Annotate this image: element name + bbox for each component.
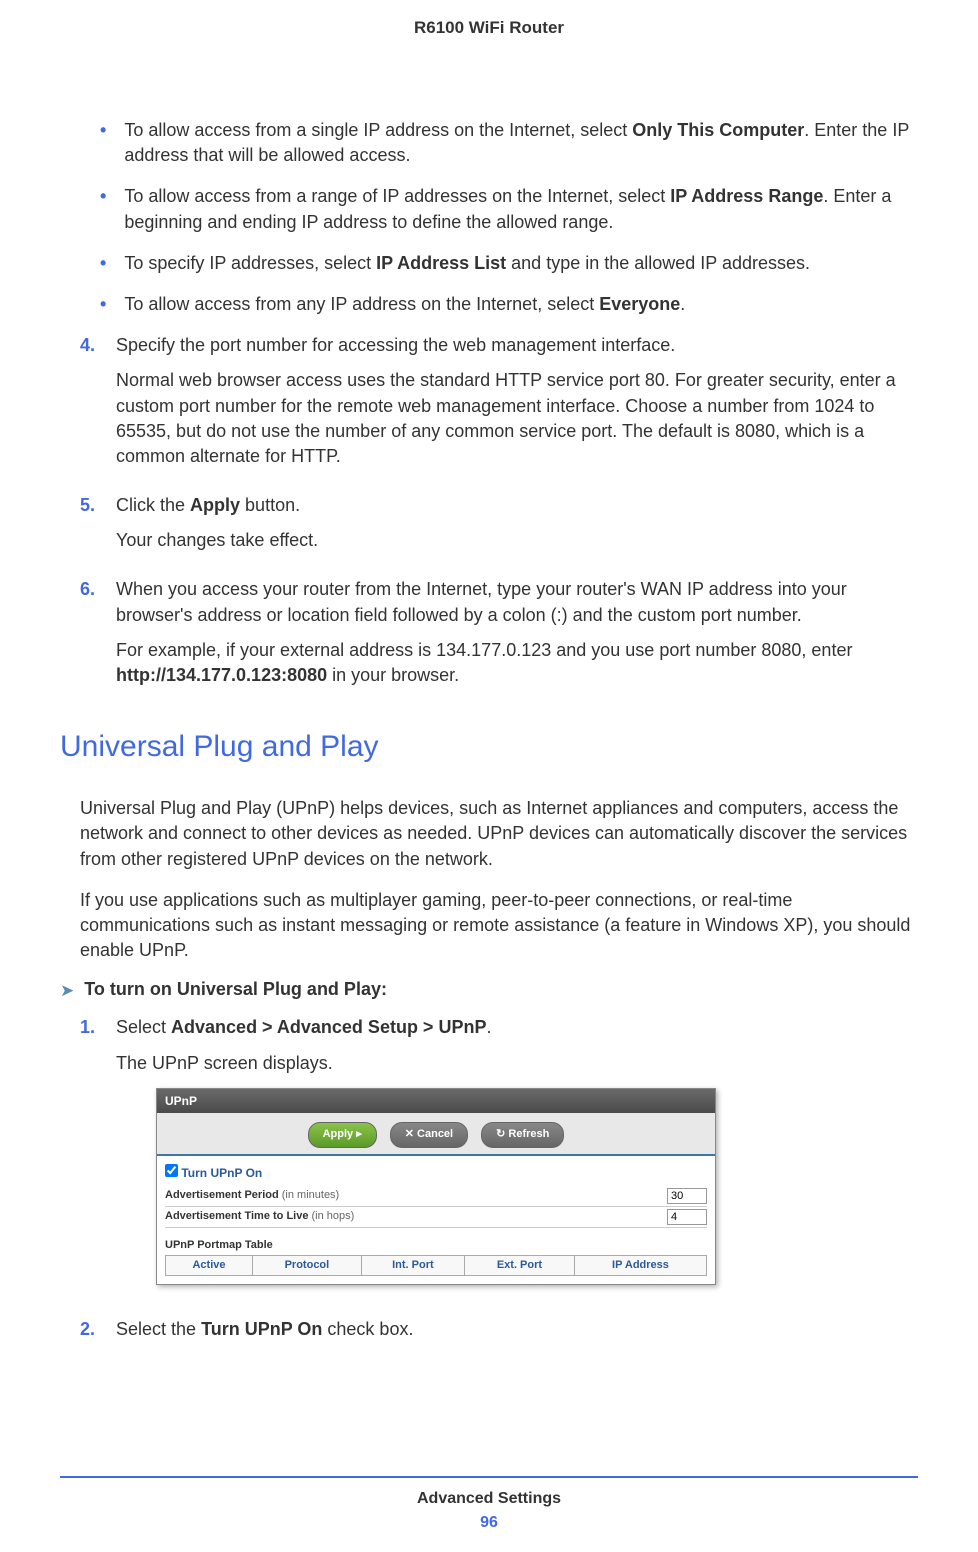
proc-step-2: 2. Select the Turn UPnP On check box.	[80, 1317, 918, 1342]
section-heading-upnp: Universal Plug and Play	[60, 730, 918, 764]
page-number: 96	[0, 1514, 978, 1532]
procedure-title: To turn on Universal Plug and Play:	[84, 979, 387, 1001]
bullet-text: To allow access from any IP address on t…	[124, 292, 918, 317]
bullet-item: • To specify IP addresses, select IP Add…	[100, 251, 918, 276]
col-ip-address: IP Address	[574, 1256, 706, 1276]
bullet-text: To allow access from a single IP address…	[124, 118, 918, 168]
table-header-row: Active Protocol Int. Port Ext. Port IP A…	[166, 1256, 707, 1276]
bullet-marker-icon: •	[100, 251, 106, 276]
adv-ttl-input[interactable]	[667, 1209, 707, 1225]
step-6: 6. When you access your router from the …	[80, 577, 918, 700]
col-int-port: Int. Port	[361, 1256, 464, 1276]
step-paragraph: Normal web browser access uses the stand…	[116, 368, 918, 469]
triangle-icon: ➤	[60, 981, 74, 1001]
step-number: 4.	[80, 333, 98, 481]
bullet-item: • To allow access from any IP address on…	[100, 292, 918, 317]
step-number: 5.	[80, 493, 98, 565]
col-protocol: Protocol	[252, 1256, 361, 1276]
bullet-text: To specify IP addresses, select IP Addre…	[124, 251, 918, 276]
step-number: 2.	[80, 1317, 98, 1342]
adv-ttl-label: Advertisement Time to Live	[165, 1210, 308, 1222]
body-paragraph: If you use applications such as multipla…	[80, 888, 918, 964]
procedure-heading: ➤ To turn on Universal Plug and Play:	[60, 979, 918, 1001]
step-paragraph: Your changes take effect.	[116, 528, 918, 553]
proc-step-1: 1. Select Advanced > Advanced Setup > UP…	[80, 1015, 918, 1305]
portmap-table-title: UPnP Portmap Table	[165, 1238, 707, 1253]
col-ext-port: Ext. Port	[464, 1256, 574, 1276]
step-number: 1.	[80, 1015, 98, 1305]
panel-button-row: Apply ▸ ✕ Cancel ↻ Refresh	[157, 1113, 715, 1155]
panel-body: Turn UPnP On Advertisement Period (in mi…	[157, 1156, 715, 1285]
adv-ttl-sub: (in hops)	[308, 1210, 354, 1222]
col-active: Active	[166, 1256, 253, 1276]
step-text: When you access your router from the Int…	[116, 577, 918, 700]
upnp-settings-panel: UPnP Apply ▸ ✕ Cancel ↻ Refresh Turn UPn…	[156, 1088, 716, 1286]
cancel-button[interactable]: ✕ Cancel	[390, 1122, 468, 1147]
turn-upnp-on-checkbox[interactable]	[165, 1164, 178, 1177]
doc-header-title: R6100 WiFi Router	[60, 18, 918, 38]
page-footer: Advanced Settings 96	[0, 1476, 978, 1532]
step-number: 6.	[80, 577, 98, 700]
adv-period-label: Advertisement Period	[165, 1189, 279, 1201]
body-paragraph: Universal Plug and Play (UPnP) helps dev…	[80, 796, 918, 872]
adv-period-input[interactable]	[667, 1188, 707, 1204]
page-content: • To allow access from a single IP addre…	[60, 118, 918, 1343]
bullet-list: • To allow access from a single IP addre…	[80, 118, 918, 317]
footer-section-name: Advanced Settings	[0, 1490, 978, 1508]
bullet-marker-icon: •	[100, 292, 106, 317]
step-5: 5. Click the Apply button. Your changes …	[80, 493, 918, 565]
bullet-text: To allow access from a range of IP addre…	[124, 184, 918, 234]
apply-button[interactable]: Apply ▸	[308, 1122, 377, 1147]
adv-period-sub: (in minutes)	[279, 1189, 340, 1201]
turn-upnp-on-row: Turn UPnP On	[165, 1164, 707, 1182]
portmap-table: Active Protocol Int. Port Ext. Port IP A…	[165, 1255, 707, 1276]
bullet-marker-icon: •	[100, 184, 106, 234]
step-paragraph: The UPnP screen displays.	[116, 1051, 918, 1076]
step-text: Select Advanced > Advanced Setup > UPnP.…	[116, 1015, 918, 1305]
bullet-marker-icon: •	[100, 118, 106, 168]
panel-title: UPnP	[157, 1089, 715, 1114]
step-paragraph: For example, if your external address is…	[116, 638, 918, 688]
bullet-item: • To allow access from a range of IP add…	[100, 184, 918, 234]
step-text: Click the Apply button. Your changes tak…	[116, 493, 918, 565]
step-4: 4. Specify the port number for accessing…	[80, 333, 918, 481]
turn-upnp-on-label: Turn UPnP On	[181, 1166, 262, 1180]
step-text: Specify the port number for accessing th…	[116, 333, 918, 481]
footer-divider	[60, 1476, 918, 1478]
bullet-item: • To allow access from a single IP addre…	[100, 118, 918, 168]
adv-period-row: Advertisement Period (in minutes)	[165, 1186, 707, 1207]
adv-ttl-row: Advertisement Time to Live (in hops)	[165, 1207, 707, 1228]
refresh-button[interactable]: ↻ Refresh	[481, 1122, 564, 1147]
step-text: Select the Turn UPnP On check box.	[116, 1317, 918, 1342]
